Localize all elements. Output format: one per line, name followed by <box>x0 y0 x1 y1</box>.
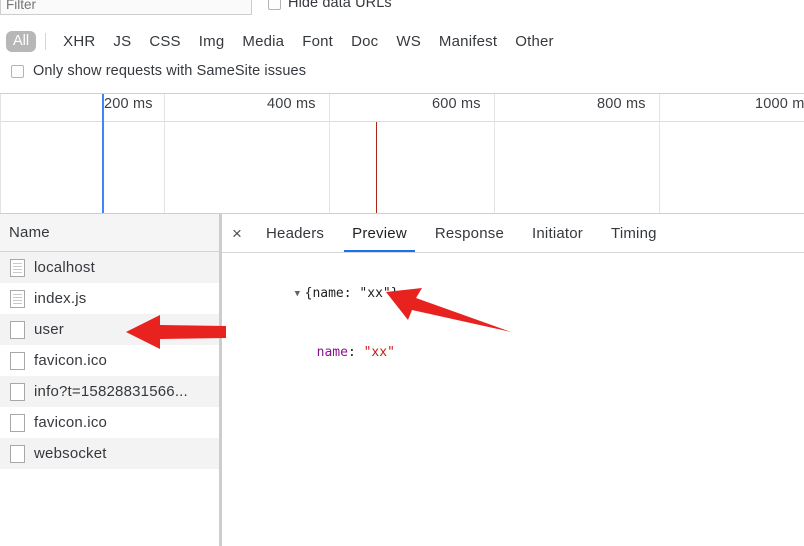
generic-file-icon <box>10 321 25 339</box>
annotation-arrow-right <box>386 286 511 334</box>
type-filter-js[interactable]: JS <box>104 33 140 50</box>
ruler-label-1000ms: 1000 ms <box>755 96 804 112</box>
tab-timing[interactable]: Timing <box>597 214 671 252</box>
json-root-line[interactable]: ▼{name: "xx"} <box>232 265 804 324</box>
request-detail-pane: × Headers Preview Response Initiator Tim… <box>222 214 804 546</box>
filter-input[interactable] <box>0 0 252 15</box>
toolbar-divider <box>45 33 46 50</box>
load-event-marker <box>376 122 377 213</box>
samesite-issues-checkbox-row[interactable]: Only show requests with SameSite issues <box>11 63 306 79</box>
request-name: localhost <box>34 259 95 276</box>
chevron-down-icon[interactable]: ▼ <box>295 285 305 304</box>
json-property-line: name: "xx" <box>232 324 804 381</box>
type-filter-manifest[interactable]: Manifest <box>430 33 506 50</box>
request-row-websocket[interactable]: websocket <box>0 438 219 469</box>
close-icon[interactable]: × <box>222 214 252 252</box>
ruler-gridline <box>164 94 165 213</box>
request-row-favicon-2[interactable]: favicon.ico <box>0 407 219 438</box>
network-lower-panel: Name localhost index.js user favicon.ico… <box>0 213 804 546</box>
request-name: index.js <box>34 290 86 307</box>
request-list-pane[interactable]: Name localhost index.js user favicon.ico… <box>0 214 219 546</box>
ruler-gridline <box>494 94 495 213</box>
json-property-value: "xx" <box>364 345 395 360</box>
ruler-gridline <box>0 94 1 213</box>
request-name: favicon.ico <box>34 414 107 431</box>
generic-file-icon <box>10 352 25 370</box>
request-name: websocket <box>34 445 107 462</box>
type-filter-ws[interactable]: WS <box>387 33 430 50</box>
samesite-issues-label: Only show requests with SameSite issues <box>33 63 306 79</box>
resource-type-filter-bar: All XHR JS CSS Img Media Font Doc WS Man… <box>0 28 563 54</box>
ruler-label-200ms: 200 ms <box>104 96 153 112</box>
detail-tab-bar: × Headers Preview Response Initiator Tim… <box>222 214 804 253</box>
request-row-index-js[interactable]: index.js <box>0 283 219 314</box>
type-filter-other[interactable]: Other <box>506 33 563 50</box>
json-root-summary: {name: "xx"} <box>305 286 399 301</box>
filter-toolbar: Hide data URLs <box>0 0 804 20</box>
hide-data-urls-checkbox-row[interactable]: Hide data URLs <box>268 0 392 11</box>
column-header-name: Name <box>9 224 50 241</box>
type-filter-xhr[interactable]: XHR <box>54 33 104 50</box>
network-overview-timeline[interactable]: 200 ms 400 ms 600 ms 800 ms 1000 ms <box>0 93 804 213</box>
generic-file-icon <box>10 383 25 401</box>
annotation-arrow-left <box>126 312 226 352</box>
type-filter-css[interactable]: CSS <box>140 33 189 50</box>
request-row-localhost[interactable]: localhost <box>0 252 219 283</box>
type-filter-doc[interactable]: Doc <box>342 33 387 50</box>
document-icon <box>10 259 25 277</box>
ruler-gridline <box>329 94 330 213</box>
generic-file-icon <box>10 414 25 432</box>
request-row-info[interactable]: info?t=15828831566... <box>0 376 219 407</box>
type-filter-font[interactable]: Font <box>293 33 342 50</box>
request-name: favicon.ico <box>34 352 107 369</box>
request-list-header[interactable]: Name <box>0 214 219 252</box>
document-icon <box>10 290 25 308</box>
type-filter-all[interactable]: All <box>6 31 36 52</box>
tab-response[interactable]: Response <box>421 214 518 252</box>
samesite-issues-checkbox[interactable] <box>11 65 24 78</box>
type-filter-img[interactable]: Img <box>190 33 234 50</box>
dom-content-loaded-marker <box>102 94 104 213</box>
ruler-label-800ms: 800 ms <box>597 96 646 112</box>
request-name: user <box>34 321 64 338</box>
json-preview-viewer[interactable]: ▼{name: "xx"} name: "xx" <box>222 253 804 381</box>
json-property-colon: : <box>348 345 364 360</box>
tab-headers[interactable]: Headers <box>252 214 338 252</box>
ruler-baseline <box>0 121 804 122</box>
request-name: info?t=15828831566... <box>34 383 188 400</box>
ruler-label-600ms: 600 ms <box>432 96 481 112</box>
type-filter-media[interactable]: Media <box>233 33 293 50</box>
generic-file-icon <box>10 445 25 463</box>
ruler-gridline <box>659 94 660 213</box>
hide-data-urls-checkbox[interactable] <box>268 0 281 10</box>
json-property-key: name <box>317 345 348 360</box>
tab-initiator[interactable]: Initiator <box>518 214 597 252</box>
tab-preview[interactable]: Preview <box>338 214 421 252</box>
ruler-label-400ms: 400 ms <box>267 96 316 112</box>
hide-data-urls-label: Hide data URLs <box>288 0 392 11</box>
